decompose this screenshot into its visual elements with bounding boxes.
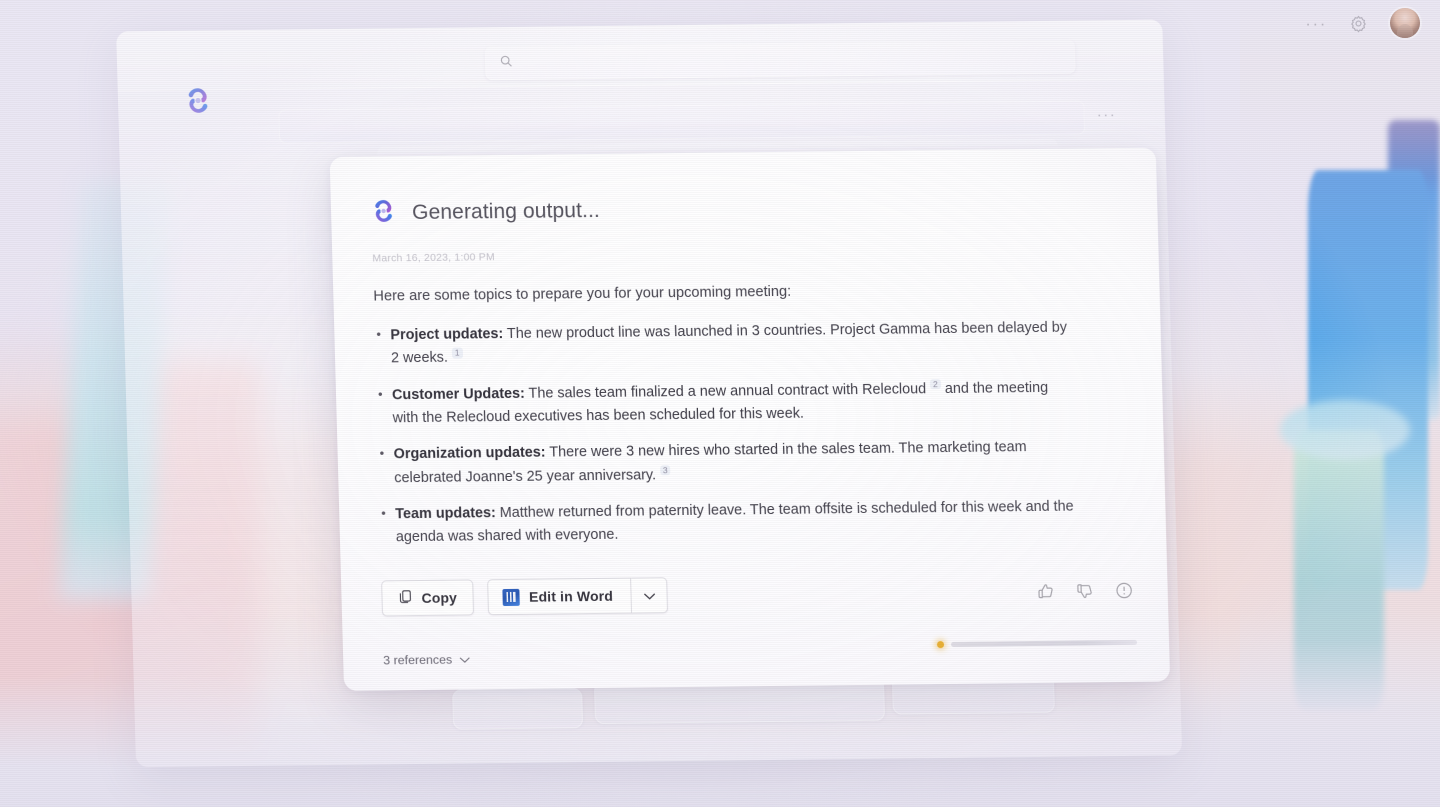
bullet-text: The sales team finalized a new annual co… [524,380,927,402]
topics-list: Project updates: The new product line wa… [374,316,1126,550]
edit-in-word-split-button: Edit in Word [487,577,669,616]
citation-marker[interactable]: 2 [929,378,941,390]
copy-icon [398,589,412,607]
search-input[interactable] [484,39,1076,81]
card-timestamp: March 16, 2023, 1:00 PM [372,251,496,265]
page-title: Generating output... [411,198,601,225]
citation-marker[interactable]: 1 [451,347,463,359]
list-item: Team updates: Matthew returned from pate… [379,495,1080,550]
progress-bar-track [950,639,1138,647]
bullet-label: Team updates: [395,504,497,523]
word-app-icon [502,588,521,606]
report-feedback-icon[interactable] [1114,580,1134,599]
bullet-label: Customer Updates: [391,385,526,403]
card-intro-text: Here are some topics to prepare you for … [373,283,792,305]
references-label: 3 references [383,652,453,667]
thumbs-up-icon[interactable] [1036,581,1056,600]
copy-button[interactable]: Copy [381,579,475,617]
bullet-label: Organization updates: [393,444,546,463]
list-item: Project updates: The new product line wa… [374,316,1075,371]
content-panel-row [278,100,1086,144]
system-top-bar: ··· [1305,8,1420,38]
progress-indicator-dot [936,641,945,649]
bottom-placeholder-1 [452,688,584,730]
card-action-bar: Copy Edit in Word [381,572,1134,617]
bullet-text: Matthew returned from paternity leave. T… [395,498,1074,546]
edit-in-word-button[interactable]: Edit in Word [487,577,633,616]
list-item: Customer Updates: The sales team finaliz… [376,376,1077,431]
avatar[interactable] [1390,8,1420,38]
bullet-label: Project updates: [390,325,504,344]
gear-icon[interactable] [1349,14,1368,33]
card-bottom-bar: 3 references [383,639,1138,673]
copilot-logo-icon[interactable] [184,86,213,114]
app-window: ··· Generating output... March 16, 2023,… [116,19,1183,768]
overflow-menu-icon[interactable]: ··· [1305,15,1327,32]
search-icon [499,53,514,72]
citation-marker[interactable]: 3 [659,464,671,476]
chevron-down-icon [643,587,656,603]
edit-in-word-dropdown-button[interactable] [631,577,669,614]
copilot-icon [371,198,397,228]
chevron-down-icon [459,652,470,666]
edit-in-word-label: Edit in Word [528,587,614,605]
copy-button-label: Copy [421,589,458,606]
thumbs-down-icon[interactable] [1075,581,1095,600]
app-plane: ··· Generating output... March 16, 2023,… [88,2,1189,784]
card-header: Generating output... [371,190,1118,228]
generation-progress [936,639,1138,649]
list-item: Organization updates: There were 3 new h… [377,436,1078,491]
panel-overflow-icon[interactable]: ··· [1097,106,1117,123]
references-toggle[interactable]: 3 references [383,652,470,667]
copilot-response-card: Generating output... March 16, 2023, 1:0… [329,147,1171,691]
feedback-controls [1036,580,1134,600]
